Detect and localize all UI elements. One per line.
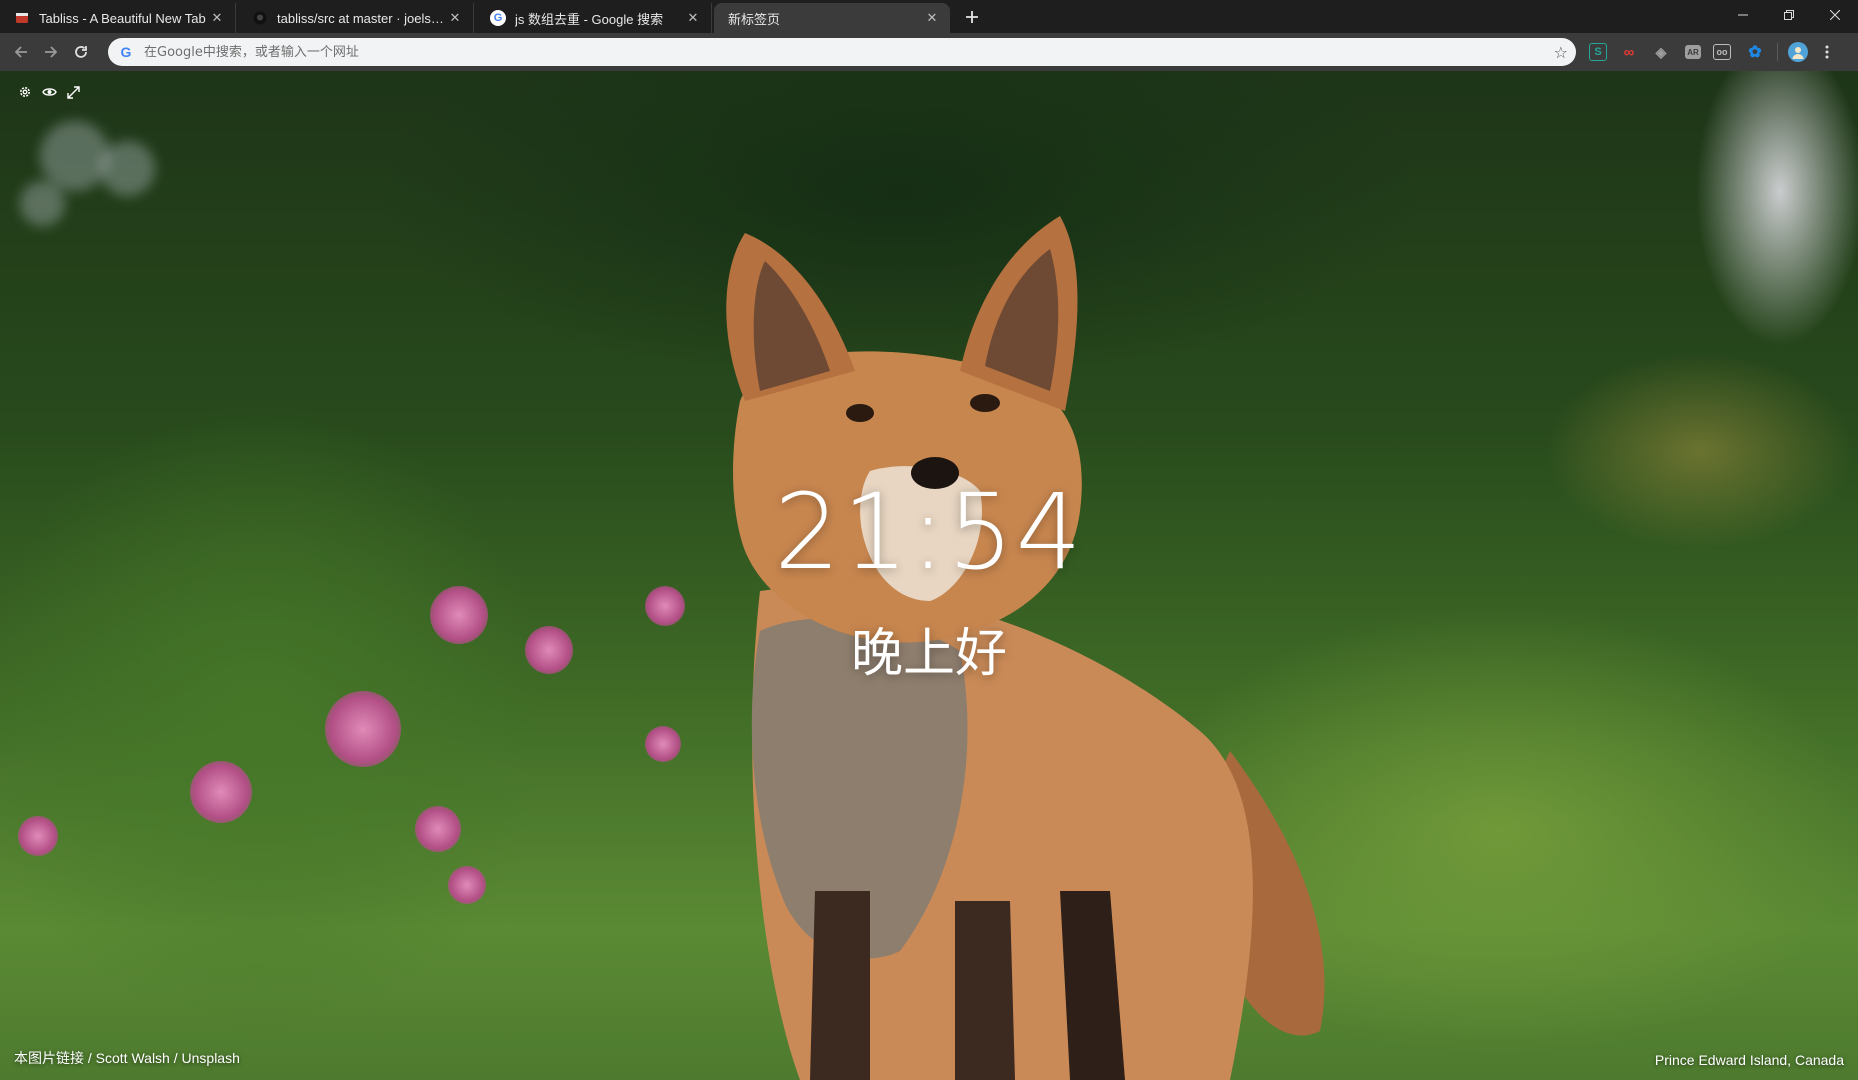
person-icon <box>1792 47 1804 59</box>
tab-title: 新标签页 <box>728 11 781 27</box>
restore-button[interactable] <box>1766 0 1812 30</box>
tab-tabliss[interactable]: Tabliss - A Beautiful New Tab ✕ <box>0 3 236 33</box>
close-tab-icon[interactable]: ✕ <box>209 10 225 26</box>
window-controls <box>1720 0 1858 30</box>
close-tab-icon[interactable]: ✕ <box>924 10 940 26</box>
plus-icon <box>966 11 978 23</box>
google-icon: G <box>120 44 132 60</box>
clock-time: 21:54 <box>774 471 1084 593</box>
omnibox-input[interactable] <box>142 43 1554 61</box>
tab-title: js 数组去重 - Google 搜索 <box>515 11 664 27</box>
settings-gear-icon[interactable] <box>16 83 34 101</box>
browser-toolbar: G ☆ S ∞ ◈ AR oo ✿ <box>0 33 1858 71</box>
restore-icon <box>1784 10 1794 20</box>
new-tab-page: 21:54 晚上好 本图片链接 / Scott Walsh / Unsplash… <box>0 71 1858 1080</box>
arrow-right-icon <box>45 46 58 58</box>
flower <box>190 761 252 823</box>
extensions-bar: S ∞ ◈ AR oo ✿ <box>1585 37 1842 67</box>
photo-link[interactable]: 本图片链接 <box>14 1050 84 1066</box>
minimize-icon <box>1738 14 1748 16</box>
ar-extension-icon[interactable]: AR <box>1685 45 1701 59</box>
tab-strip: Tabliss - A Beautiful New Tab ✕ tabliss/… <box>0 0 1858 33</box>
close-window-button[interactable] <box>1812 0 1858 30</box>
menu-button[interactable] <box>1820 40 1834 64</box>
credit-separator: / <box>84 1050 96 1066</box>
tabliss-icon <box>14 10 30 26</box>
fullscreen-icon[interactable] <box>64 83 82 101</box>
new-tab-button[interactable] <box>958 3 986 31</box>
tab-google-search[interactable]: G js 数组去重 - Google 搜索 ✕ <box>476 3 712 33</box>
back-button[interactable] <box>6 37 36 67</box>
toolbar-divider <box>1777 43 1778 61</box>
reload-icon <box>75 46 87 58</box>
flower <box>18 816 58 856</box>
close-tab-icon[interactable]: ✕ <box>685 10 701 26</box>
flower-extension-icon[interactable]: ✿ <box>1743 40 1767 64</box>
shield-extension-icon[interactable]: ◈ <box>1649 40 1673 64</box>
eye-icon[interactable] <box>40 83 58 101</box>
forward-button[interactable] <box>36 37 66 67</box>
credit-separator: / <box>169 1050 182 1066</box>
photographer-link[interactable]: Scott Walsh <box>96 1050 170 1066</box>
reload-button[interactable] <box>66 37 96 67</box>
glasses-extension-icon[interactable]: ∞ <box>1617 40 1641 64</box>
tab-github[interactable]: tabliss/src at master · joelshepherd ✕ <box>238 3 474 33</box>
photo-location: Prince Edward Island, Canada <box>1654 1052 1844 1068</box>
photo-credit: 本图片链接 / Scott Walsh / Unsplash <box>14 1048 240 1068</box>
google-icon: G <box>490 10 506 26</box>
kebab-menu-icon <box>1825 45 1829 59</box>
close-tab-icon[interactable]: ✕ <box>447 10 463 26</box>
flower <box>448 866 486 904</box>
flower <box>415 806 461 852</box>
address-bar[interactable]: G ☆ <box>108 38 1576 66</box>
tab-new-tab[interactable]: 新标签页 ✕ <box>714 3 950 33</box>
unsplash-link[interactable]: Unsplash <box>182 1050 240 1066</box>
github-icon <box>252 10 268 26</box>
tab-title: tabliss/src at master · joelshepherd <box>277 10 447 26</box>
greeting-text: 晚上好 <box>850 624 1007 684</box>
arrow-left-icon <box>14 46 27 58</box>
bookmark-star-icon[interactable]: ☆ <box>1554 43 1568 62</box>
flower <box>645 726 681 762</box>
tab-title: Tabliss - A Beautiful New Tab <box>39 10 206 26</box>
s-extension-icon[interactable]: S <box>1589 43 1607 61</box>
oo-extension-icon[interactable]: oo <box>1713 44 1731 60</box>
flower <box>325 691 401 767</box>
widget-controls <box>16 83 82 101</box>
minimize-button[interactable] <box>1720 0 1766 30</box>
close-icon <box>1830 10 1840 20</box>
profile-avatar[interactable] <box>1788 42 1808 62</box>
